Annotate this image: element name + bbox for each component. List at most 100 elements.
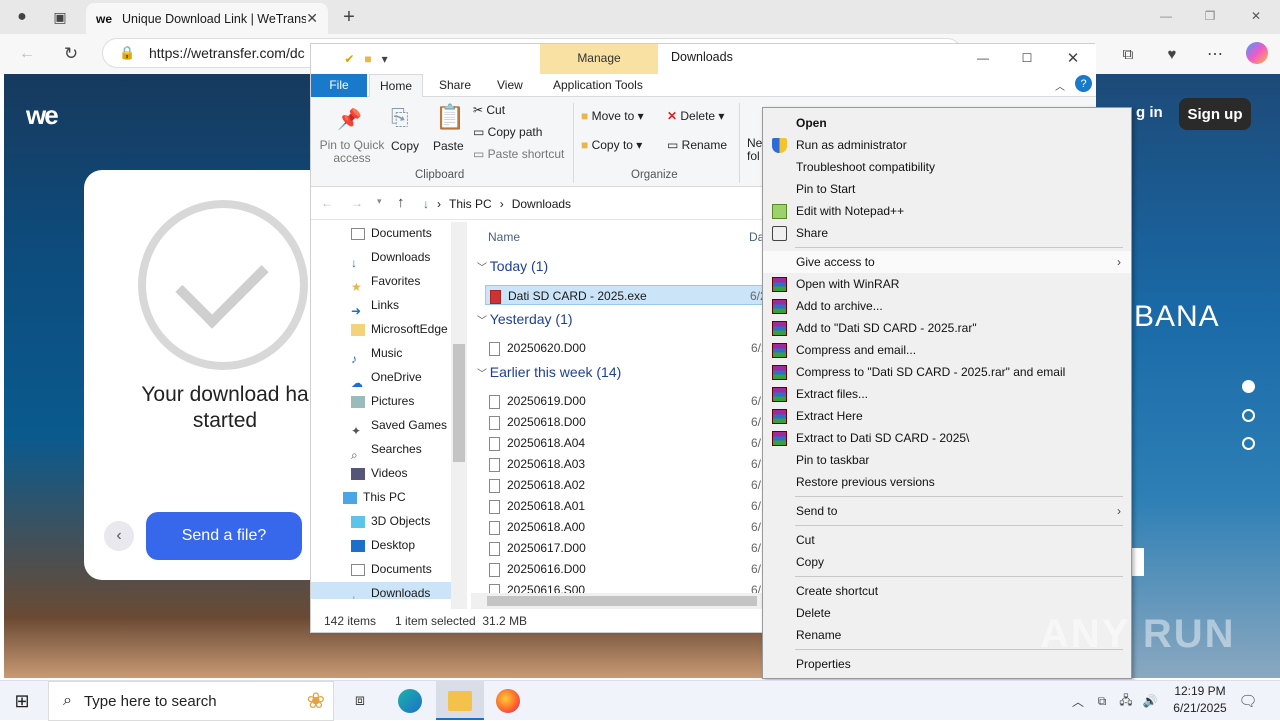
menu-item-compress-and-email[interactable]: Compress and email... xyxy=(763,339,1131,361)
properties-icon[interactable]: ✔ xyxy=(344,52,354,66)
file-row[interactable]: 20250616.D00 6/1 xyxy=(489,559,769,579)
tree-item-this-pc[interactable]: This PC xyxy=(343,486,406,508)
menu-item-extract-to-dati-sd-card-2025[interactable]: Extract to Dati SD CARD - 2025\ xyxy=(763,427,1131,449)
up-icon[interactable]: ↑ xyxy=(397,194,405,211)
menu-item-open[interactable]: Open xyxy=(763,112,1131,134)
tree-item[interactable]: ↓ Downloads xyxy=(351,246,430,270)
file-row[interactable]: 20250617.D00 6/1 xyxy=(489,538,769,558)
nav-back-icon[interactable]: ← xyxy=(321,196,333,210)
carousel-dot-active[interactable] xyxy=(1242,380,1255,393)
tray-device-icon[interactable]: ⧉ xyxy=(1094,691,1110,711)
menu-item-compress-to-dati-sd-card-2025-rar-and-email[interactable]: Compress to "Dati SD CARD - 2025.rar" an… xyxy=(763,361,1131,383)
back-arrow-button[interactable]: ‹ xyxy=(104,521,134,551)
carousel-dot[interactable] xyxy=(1242,437,1255,450)
menu-item-give-access-to[interactable]: Give access to › xyxy=(763,251,1131,273)
menu-item-run-as-administrator[interactable]: Run as administrator xyxy=(763,134,1131,156)
menu-item-pin-to-start[interactable]: Pin to Start xyxy=(763,178,1131,200)
more-menu-icon[interactable]: ⋯ xyxy=(1204,44,1226,64)
copy-path-button[interactable]: ▭ Copy path xyxy=(473,125,542,139)
folder-icon[interactable]: ■ xyxy=(364,52,371,66)
delete-button[interactable]: ✕ Delete ▾ xyxy=(667,109,724,123)
close-window-icon[interactable]: ✕ xyxy=(1246,6,1266,26)
rename-button[interactable]: ▭ Rename xyxy=(667,138,727,152)
menu-item-troubleshoot-compatibility[interactable]: Troubleshoot compatibility xyxy=(763,156,1131,178)
clock[interactable]: 12:19 PM 6/21/2025 xyxy=(1168,683,1232,717)
group-header-week[interactable]: ﹀ Earlier this week (14) xyxy=(477,364,621,380)
file-row[interactable]: 20250618.A01 6/1 xyxy=(489,496,769,516)
new-folder-button[interactable]: Ne fol xyxy=(747,137,762,163)
task-view-icon[interactable]: ⧈ xyxy=(350,691,370,711)
tree-item[interactable]: ⌕ Searches xyxy=(351,438,422,462)
tree-item[interactable]: Pictures xyxy=(351,390,414,412)
file-row-selected[interactable]: Dati SD CARD - 2025.exe 6/2 xyxy=(485,285,767,305)
file-row[interactable]: 20250619.D00 6/1 xyxy=(489,391,769,411)
crumb-this-pc[interactable]: This PC xyxy=(449,197,492,211)
tab-share[interactable]: Share xyxy=(429,74,481,97)
tab-file[interactable]: File xyxy=(311,74,367,97)
network-icon[interactable]: 🖧 xyxy=(1118,691,1134,711)
menu-item-pin-to-taskbar[interactable]: Pin to taskbar xyxy=(763,449,1131,471)
menu-item-share[interactable]: Share xyxy=(763,222,1131,244)
close-tab-icon[interactable]: ✕ xyxy=(306,10,318,27)
menu-item-cut[interactable]: Cut xyxy=(763,529,1131,551)
tree-item[interactable]: Documents xyxy=(351,558,432,580)
tab-view[interactable]: View xyxy=(487,74,533,97)
back-icon[interactable]: ← xyxy=(16,44,38,64)
manage-tab[interactable]: Manage xyxy=(540,44,658,74)
tree-item[interactable]: Desktop xyxy=(351,534,415,556)
tab-home[interactable]: Home xyxy=(369,74,424,97)
carousel-dot[interactable] xyxy=(1242,409,1255,422)
tree-item-selected[interactable]: ↓ Downloads xyxy=(311,582,451,599)
notification-icon[interactable]: 🗨 xyxy=(1238,691,1258,711)
tree-item[interactable]: ➜ Links xyxy=(351,294,399,318)
file-row[interactable]: 20250620.D00 6/2 xyxy=(489,338,769,358)
collapse-ribbon-icon[interactable]: ︿ xyxy=(1053,78,1067,93)
edge-icon[interactable] xyxy=(398,689,422,713)
menu-item-restore-previous-versions[interactable]: Restore previous versions xyxy=(763,471,1131,493)
file-row[interactable]: 20250618.A03 6/1 xyxy=(489,454,769,474)
crumb-downloads[interactable]: Downloads xyxy=(512,197,571,211)
quick-access-toolbar[interactable]: ✔ ■ ▾ xyxy=(321,49,411,69)
menu-item-extract-here[interactable]: Extract Here xyxy=(763,405,1131,427)
explorer-minimize-icon[interactable]: — xyxy=(973,48,993,68)
taskbar-search[interactable]: ⌕ Type here to search ❀ xyxy=(48,681,334,721)
breadcrumb[interactable]: ↓ › This PC › Downloads xyxy=(423,194,763,214)
menu-item-add-to-archive[interactable]: Add to archive... xyxy=(763,295,1131,317)
tree-item[interactable]: MicrosoftEdge xyxy=(351,318,448,340)
pin-quick-access-button[interactable]: Pin to Quick access xyxy=(317,139,387,165)
group-header-yesterday[interactable]: ﹀ Yesterday (1) xyxy=(477,311,573,327)
hscroll-thumb[interactable] xyxy=(487,596,757,606)
volume-icon[interactable]: 🔊 xyxy=(1142,691,1158,711)
minimize-icon[interactable]: — xyxy=(1156,6,1176,26)
menu-item-add-to-dati-sd-card-2025-rar[interactable]: Add to "Dati SD CARD - 2025.rar" xyxy=(763,317,1131,339)
browser-tab[interactable]: we Unique Download Link | WeTransf ✕ xyxy=(86,3,328,34)
tree-item[interactable]: ✦ Saved Games xyxy=(351,414,447,438)
explorer-close-icon[interactable]: ✕ xyxy=(1063,48,1083,68)
file-list-hscrollbar[interactable] xyxy=(471,593,771,609)
restore-icon[interactable]: ❐ xyxy=(1200,6,1220,26)
tree-scrollbar-thumb[interactable] xyxy=(453,344,465,462)
file-row[interactable]: 20250618.A04 6/1 xyxy=(489,433,769,453)
explorer-maximize-icon[interactable]: ☐ xyxy=(1017,48,1037,68)
menu-item-open-with-winrar[interactable]: Open with WinRAR xyxy=(763,273,1131,295)
firefox-icon[interactable] xyxy=(496,689,520,713)
help-icon[interactable]: ? xyxy=(1075,75,1092,92)
tray-chevron-icon[interactable]: ︿ xyxy=(1070,691,1086,711)
tree-item[interactable]: Documents xyxy=(351,222,432,244)
send-file-button[interactable]: Send a file? xyxy=(146,512,302,560)
file-explorer-icon[interactable] xyxy=(448,691,472,711)
new-tab-icon[interactable]: + xyxy=(338,6,360,28)
menu-item-send-to[interactable]: Send to › xyxy=(763,500,1131,522)
dropdown-icon[interactable]: ▾ xyxy=(382,52,388,66)
login-link[interactable]: g in xyxy=(1136,104,1163,121)
tree-item[interactable]: ♪ Music xyxy=(351,342,402,366)
recent-dropdown-icon[interactable]: ▾ xyxy=(377,196,382,207)
file-row[interactable]: 20250618.D00 6/1 xyxy=(489,412,769,432)
signup-button[interactable]: Sign up xyxy=(1179,98,1251,130)
paste-button[interactable]: Paste xyxy=(433,139,464,153)
tree-item[interactable]: ☁ OneDrive xyxy=(351,366,422,390)
profile-icon[interactable]: ● xyxy=(10,6,34,28)
start-windows-icon[interactable]: ⊞ xyxy=(12,691,32,711)
cut-button[interactable]: ✂ Cut xyxy=(473,103,505,117)
tree-item[interactable]: Videos xyxy=(351,462,407,484)
